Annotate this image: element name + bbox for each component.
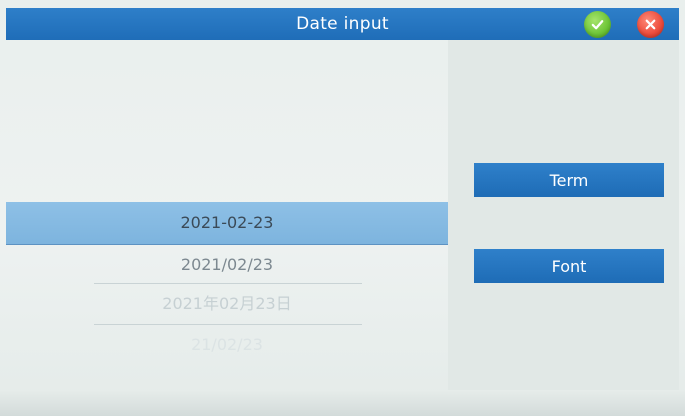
date-format-option[interactable]: 2021年02月23日 xyxy=(6,285,448,323)
date-format-option[interactable]: 21/02/23 xyxy=(6,326,448,364)
check-icon xyxy=(591,20,604,30)
date-input-screen: Date input 2021-02-23 2021/02/23 2021年02… xyxy=(0,0,685,416)
date-format-list[interactable]: 2021-02-23 2021/02/23 2021年02月23日 21/02/… xyxy=(6,40,448,390)
close-icon xyxy=(645,19,656,30)
date-format-option-selected[interactable]: 2021-02-23 xyxy=(6,202,448,245)
date-format-option[interactable]: 2021/02/23 xyxy=(6,246,448,284)
list-divider xyxy=(94,324,362,325)
bottom-bezel xyxy=(0,390,685,416)
cancel-button[interactable] xyxy=(637,11,664,38)
list-divider xyxy=(94,283,362,284)
font-button[interactable]: Font xyxy=(474,249,664,283)
confirm-button[interactable] xyxy=(584,11,611,38)
term-button[interactable]: Term xyxy=(474,163,664,197)
title-bar: Date input xyxy=(6,8,679,40)
window-title: Date input xyxy=(296,14,389,34)
options-panel xyxy=(448,40,679,390)
